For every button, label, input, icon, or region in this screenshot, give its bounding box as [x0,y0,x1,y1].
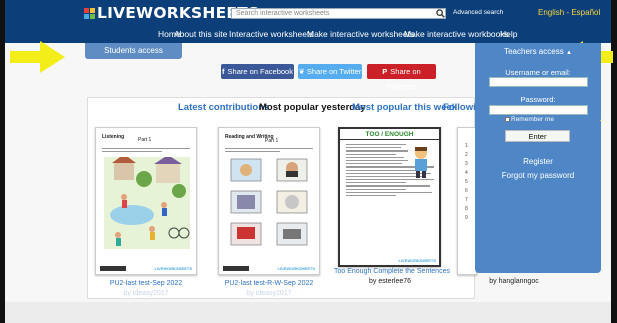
enter-button[interactable]: Enter [505,130,570,142]
worksheet-card[interactable]: TOO / ENOUGH LIVEWORKSHEETS [338,127,441,267]
worksheet-card[interactable]: Reading and Writing Part 1 LIVEWORKSHEET… [218,127,320,275]
tab-latest-contributions[interactable]: Latest contributions [178,102,269,113]
nav-help[interactable]: Help [500,29,517,39]
password-label: Password: [520,95,556,104]
left-screen-edge [0,0,5,323]
register-link[interactable]: Register [475,157,601,166]
worksheet-title-link[interactable]: Too Enough Complete the Sentences [334,268,450,275]
worksheet-author[interactable]: by ideasy2017 [218,290,320,297]
caret-up-icon: ▲ [565,50,572,56]
remember-me-label: Remember me [511,116,554,123]
share-pinterest-label: Share on Pinterest [386,67,421,91]
forgot-password-link[interactable]: Forgot my password [475,171,601,180]
worksheet-author[interactable]: by esterlee76 [334,278,446,285]
thumb-part: Part 1 [265,138,279,144]
share-pinterest-button[interactable]: P Share on Pinterest [367,64,436,91]
worksheet-thumbnail-illustration [104,154,190,250]
cartoon-character-icon [415,147,427,178]
nav-about[interactable]: About this site [174,29,227,39]
search-input[interactable]: Search interactive worksheets [231,8,446,19]
twitter-icon: ❦ [298,67,305,76]
pinterest-icon: P [382,67,388,76]
nav-interactive-worksheets[interactable]: Interactive worksheets [229,29,314,39]
language-switch[interactable]: English - Español [538,8,600,17]
worksheet-card[interactable]: Listening Part 1 LIVEWORKSHEETS [95,127,197,275]
share-facebook-button[interactable]: f Share on Facebook [221,64,294,79]
teachers-access-title[interactable]: Teachers access ▲ [475,47,601,56]
nav-make-workbooks[interactable]: Make interactive workbooks [404,29,509,39]
username-label: Username or email: [505,68,571,77]
worksheet-author[interactable]: by hanglanngoc [484,278,544,285]
teachers-access-panel: Teachers access ▲ Username or email: Pas… [475,43,601,273]
thumb-part: Part 1 [138,137,152,143]
password-input[interactable] [489,105,588,115]
right-dot-mark: · [599,115,603,126]
share-facebook-label: Share on Facebook [227,67,293,76]
students-access-tab[interactable]: Students access [85,43,182,59]
worksheet-title-link[interactable]: PU2-last test-Sep 2022 [95,280,197,287]
worksheet-author[interactable]: by ideasy2017 [95,290,197,297]
arrow-right-icon [10,41,65,73]
worksheet-title-link[interactable]: PU2-last test-R-W-Sep 2022 [218,280,320,287]
search-icon[interactable] [435,8,446,19]
nav-make-worksheets[interactable]: Make interactive worksheets [307,29,414,39]
tab-most-popular-yesterday[interactable]: Most popular yesterday [259,102,366,113]
share-twitter-button[interactable]: ❦ Share on Twitter [298,64,362,79]
teachers-access-title-text: Teachers access [504,47,564,56]
worksheet-card[interactable]: 123456789 [457,127,477,275]
advanced-search-link[interactable]: Advanced search [453,9,503,16]
remember-me-checkbox[interactable] [505,117,510,122]
page-bottom-strip [5,302,611,323]
tab-most-popular-week[interactable]: Most popular this week [352,102,457,113]
facebook-icon: f [222,67,225,76]
logo-squares-icon [84,7,95,19]
username-input[interactable] [489,77,588,87]
share-twitter-label: Share on Twitter [306,67,362,76]
remember-me-row[interactable]: Remember me [505,116,554,123]
thumb-heading: TOO / ENOUGH [340,131,439,140]
worksheet-thumbnail-pictures [230,159,308,246]
